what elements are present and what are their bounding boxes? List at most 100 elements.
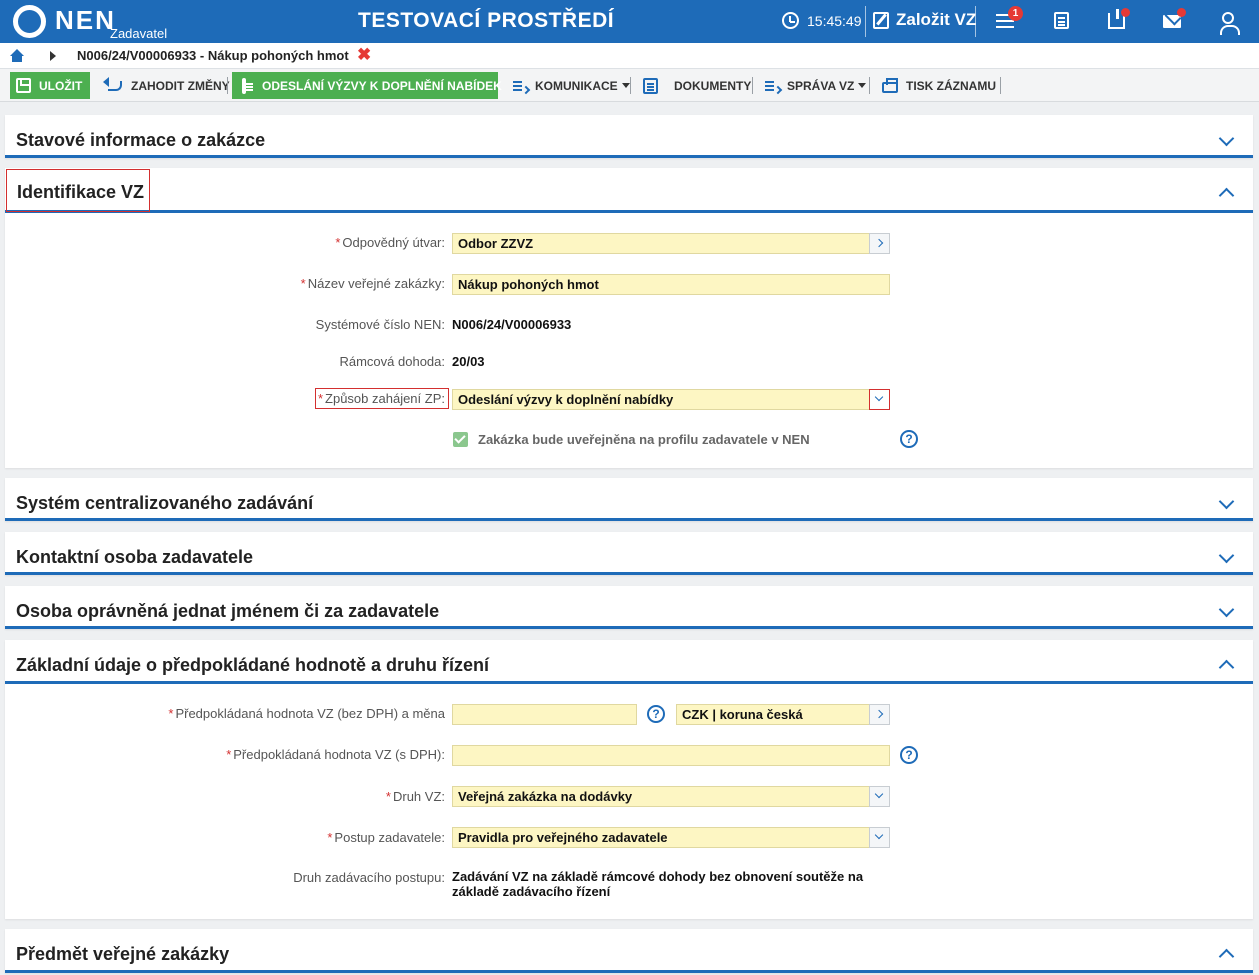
- panel-basic: Základní údaje o předpokládané hodnotě a…: [5, 640, 1253, 919]
- list-icon: [765, 80, 779, 92]
- undo-icon: [103, 76, 122, 91]
- breadcrumb-current[interactable]: N006/24/V00006933 - Nákup pohoných hmot: [77, 48, 349, 63]
- user-button[interactable]: [1200, 0, 1256, 43]
- contract-name-input[interactable]: Nákup pohoných hmot: [452, 274, 890, 295]
- method-dropdown-button[interactable]: [869, 389, 890, 410]
- menu-button[interactable]: 1: [977, 0, 1033, 43]
- clock-time: 15:45:49: [807, 13, 862, 29]
- document-icon: [643, 77, 658, 94]
- list-icon: [513, 80, 527, 92]
- chevron-right-icon: [874, 238, 884, 248]
- divider: [975, 6, 976, 37]
- send-invitation-button[interactable]: ODESLÁNÍ VÝZVY K DOPLNĚNÍ NABÍDEK: [232, 72, 502, 99]
- procedure-dropdown-button[interactable]: [869, 827, 890, 848]
- section-title: Předmět veřejné zakázky: [16, 944, 230, 964]
- calculator-icon: [1054, 12, 1069, 29]
- save-button[interactable]: ULOŽIT: [10, 72, 90, 99]
- section-title: Systém centralizovaného zadávání: [16, 493, 314, 513]
- unit-value: Odbor ZZVZ: [458, 236, 534, 251]
- top-bar: NEN Zadavatel TESTOVACÍ PROSTŘEDÍ 15:45:…: [0, 0, 1259, 43]
- type-value: Veřejná zakázka na dodávky: [458, 789, 633, 804]
- divider: [1000, 77, 1001, 94]
- procedure-select[interactable]: Pravidla pro veřejného zadavatele: [452, 827, 890, 848]
- method-select[interactable]: Odeslání výzvy k doplnění nabídky: [452, 389, 890, 410]
- chevron-down-icon: [874, 830, 884, 840]
- chevron-up-icon[interactable]: [1218, 187, 1235, 204]
- panel-status: Stavové informace o zakázce: [5, 115, 1253, 158]
- unit-field[interactable]: Odbor ZZVZ: [452, 233, 890, 254]
- nen-logo-icon[interactable]: [13, 5, 46, 38]
- toolbar: ULOŽIT ZAHODIT ZMĚNY ODESLÁNÍ VÝZVY K DO…: [0, 69, 1259, 102]
- panel-status-header[interactable]: Stavové informace o zakázce: [5, 115, 1253, 158]
- help-icon[interactable]: ?: [900, 430, 918, 448]
- panel-basic-header[interactable]: Základní údaje o předpokládané hodnotě a…: [5, 640, 1253, 684]
- print-icon: [882, 77, 898, 93]
- estimated-value-vat-input[interactable]: [452, 745, 890, 766]
- panel-centralized-header[interactable]: Systém centralizovaného zadávání: [5, 478, 1253, 521]
- chevron-down-icon[interactable]: [1218, 493, 1235, 510]
- print-label: TISK ZÁZNAMU: [906, 78, 996, 93]
- vz-management-label: SPRÁVA VZ: [787, 78, 855, 93]
- chevron-up-icon[interactable]: [1218, 659, 1235, 676]
- type-label-text: Druh VZ:: [392, 789, 445, 804]
- document-icon: [242, 77, 253, 94]
- procedure-kind-label: Druh zadávacího postupu:: [293, 870, 445, 885]
- inbox-button[interactable]: [1088, 0, 1144, 43]
- documents-button[interactable]: DOKUMENTY: [637, 72, 757, 99]
- type-label: * Druh VZ:: [386, 789, 445, 804]
- close-icon[interactable]: ✖: [357, 45, 371, 65]
- panel-authorized-header[interactable]: Osoba oprávněná jednat jménem či za zada…: [5, 586, 1253, 629]
- divider: [869, 77, 870, 94]
- print-record-button[interactable]: TISK ZÁZNAMU: [876, 72, 1002, 99]
- help-icon[interactable]: ?: [900, 746, 918, 764]
- currency-field[interactable]: CZK | koruna česká: [676, 704, 890, 725]
- panel-identification-header[interactable]: Identifikace VZ: [5, 168, 1253, 213]
- discard-changes-button[interactable]: ZAHODIT ZMĚNY: [96, 72, 236, 99]
- user-icon: [1220, 12, 1240, 35]
- communication-menu[interactable]: KOMUNIKACE: [507, 72, 636, 99]
- currency-select-button[interactable]: [869, 704, 890, 725]
- section-title: Kontaktní osoba zadavatele: [16, 547, 254, 567]
- chevron-down-icon[interactable]: [1218, 130, 1235, 147]
- panel-contact-header[interactable]: Kontaktní osoba zadavatele: [5, 532, 1253, 575]
- home-icon[interactable]: [10, 49, 24, 63]
- help-icon[interactable]: ?: [647, 705, 665, 723]
- chevron-down-icon: [874, 392, 884, 402]
- documents-label: DOKUMENTY: [674, 78, 752, 93]
- messages-button[interactable]: [1144, 0, 1200, 43]
- publish-label: Zakázka bude uveřejněna na profilu zadav…: [478, 432, 810, 447]
- section-title: Stavové informace o zakázce: [16, 130, 266, 150]
- discard-label: ZAHODIT ZMĚNY: [131, 78, 230, 93]
- sysnum-value: N006/24/V00006933: [452, 317, 572, 332]
- currency-value: CZK | koruna česká: [682, 707, 803, 722]
- panel-authorized: Osoba oprávněná jednat jménem či za zada…: [5, 586, 1253, 629]
- chevron-down-icon[interactable]: [1218, 547, 1235, 564]
- procedure-label: * Postup zadavatele:: [327, 830, 445, 845]
- section-title: Základní údaje o předpokládané hodnotě a…: [16, 655, 490, 675]
- panel-subject: Předmět veřejné zakázky: [5, 929, 1253, 973]
- unit-select-button[interactable]: [869, 233, 890, 254]
- edit-icon[interactable]: [873, 12, 889, 29]
- estimated-value-input[interactable]: [452, 704, 637, 725]
- vz-management-menu[interactable]: SPRÁVA VZ: [759, 72, 872, 99]
- save-label: ULOŽIT: [39, 78, 83, 93]
- chevron-right-icon: [874, 709, 884, 719]
- type-dropdown-button[interactable]: [869, 786, 890, 807]
- create-vz-button[interactable]: Založit VZ: [896, 10, 976, 30]
- required-marker: *: [385, 789, 391, 804]
- divider: [227, 77, 228, 94]
- send-invitation-label: ODESLÁNÍ VÝZVY K DOPLNĚNÍ NABÍDEK: [262, 78, 502, 93]
- chevron-down-icon[interactable]: [1218, 601, 1235, 618]
- logo-text[interactable]: NEN: [55, 5, 116, 36]
- divider: [752, 77, 753, 94]
- type-select[interactable]: Veřejná zakázka na dodávky: [452, 786, 890, 807]
- mail-icon: [1163, 15, 1181, 28]
- chevron-up-icon[interactable]: [1218, 948, 1235, 965]
- calculator-button[interactable]: [1033, 0, 1089, 43]
- panel-subject-header[interactable]: Předmět veřejné zakázky: [5, 929, 1253, 973]
- save-icon: [16, 78, 31, 93]
- publish-checkbox[interactable]: [453, 432, 468, 447]
- environment-title: TESTOVACÍ PROSTŘEDÍ: [358, 9, 615, 32]
- clock-icon: [782, 12, 799, 29]
- breadcrumb: N006/24/V00006933 - Nákup pohoných hmot …: [0, 43, 1259, 69]
